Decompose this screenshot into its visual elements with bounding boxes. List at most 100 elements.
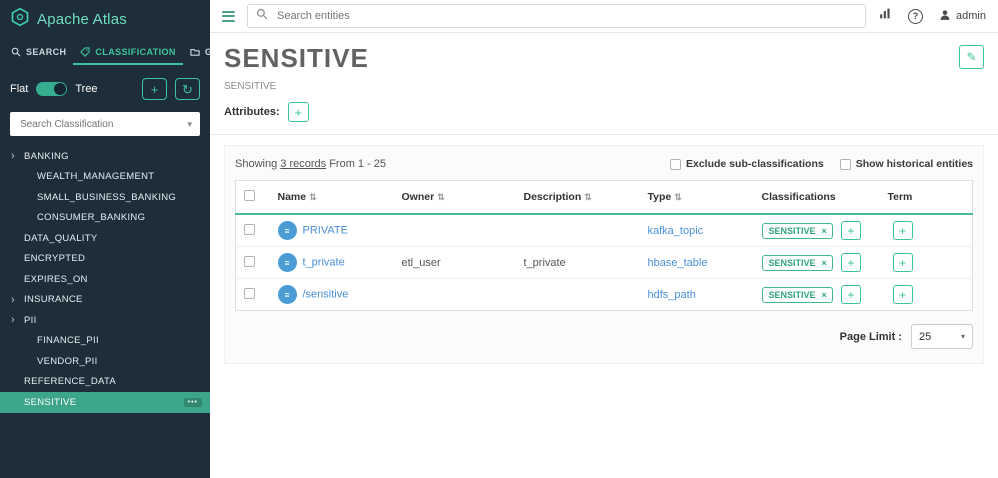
entity-name-link[interactable]: t_private [303, 256, 345, 268]
tree-item-label: CONSUMER_BANKING [37, 212, 145, 223]
add-term-button[interactable]: + [893, 285, 913, 304]
add-attribute-button[interactable]: + [288, 102, 309, 122]
sort-icon[interactable]: ⇅ [309, 192, 317, 202]
classification-subtitle: SENSITIVE [224, 81, 984, 92]
tree-label: Tree [75, 83, 97, 95]
tree-item-sensitive[interactable]: SENSITIVE ••• [0, 392, 210, 413]
folder-icon [190, 47, 200, 57]
edit-classification-button[interactable]: ✎ [959, 45, 984, 69]
header-name[interactable]: Name⇅ [270, 181, 394, 215]
sort-icon[interactable]: ⇅ [674, 192, 682, 202]
tree-item-consumer-banking[interactable]: CONSUMER_BANKING [0, 208, 210, 229]
add-classification-to-entity-button[interactable]: + [841, 253, 861, 272]
filter-label: Exclude sub-classifications [686, 158, 824, 170]
app-logo[interactable]: Apache Atlas [0, 0, 210, 37]
tab-classification[interactable]: CLASSIFICATION [73, 39, 182, 65]
user-menu[interactable]: admin [939, 9, 986, 24]
entity-search-box [247, 4, 866, 28]
remove-classification-icon[interactable]: × [822, 226, 827, 236]
entity-name-link[interactable]: /sensitive [303, 288, 349, 300]
show-historical-entities-filter[interactable]: Show historical entities [840, 158, 973, 170]
classification-search-input[interactable] [18, 118, 187, 131]
user-icon [939, 9, 951, 24]
tree-item-label: SENSITIVE [24, 397, 76, 408]
records-prefix: Showing [235, 158, 277, 170]
tree-item-expires-on[interactable]: EXPIRES_ON [0, 269, 210, 290]
exclude-subclassifications-filter[interactable]: Exclude sub-classifications [670, 158, 824, 170]
tree-item-data-quality[interactable]: DATA_QUALITY [0, 228, 210, 249]
tree-item-small-business-banking[interactable]: SMALL_BUSINESS_BANKING [0, 187, 210, 208]
filter-label: Show historical entities [856, 158, 973, 170]
classification-tag[interactable]: SENSITIVE× [762, 287, 833, 303]
owner-cell [394, 214, 516, 247]
tree-item-label: SMALL_BUSINESS_BANKING [37, 192, 176, 203]
tree-item-pii[interactable]: ›PII [0, 310, 210, 331]
sort-icon[interactable]: ⇅ [437, 192, 445, 202]
item-options-menu-icon[interactable]: ••• [184, 398, 202, 407]
help-icon[interactable]: ? [908, 9, 923, 24]
refresh-button[interactable]: ↻ [175, 78, 200, 100]
panel-header: Showing 3 records From 1 - 25 Exclude su… [235, 158, 973, 170]
entity-type-link[interactable]: hdfs_path [648, 289, 696, 301]
tree-expand-icon[interactable]: › [11, 294, 15, 306]
caret-down-icon[interactable]: ▾ [187, 119, 192, 130]
header-term: Term [880, 181, 973, 215]
flat-tree-toggle[interactable] [36, 82, 67, 96]
description-cell [516, 279, 640, 311]
tree-expand-icon[interactable]: › [11, 150, 15, 162]
flat-label: Flat [10, 83, 28, 95]
classification-tag[interactable]: SENSITIVE× [762, 255, 833, 271]
add-classification-to-entity-button[interactable]: + [841, 221, 861, 240]
tree-expand-icon[interactable]: › [11, 314, 15, 326]
classification-search-box: ▾ [10, 112, 200, 136]
tree-item-label: REFERENCE_DATA [24, 376, 116, 387]
select-all-checkbox[interactable] [244, 190, 255, 201]
tree-item-vendor-pii[interactable]: VENDOR_PII [0, 351, 210, 372]
header-type[interactable]: Type⇅ [640, 181, 754, 215]
kafka-topic-icon: ≡ [278, 221, 297, 240]
add-term-button[interactable]: + [893, 221, 913, 240]
search-icon [11, 47, 21, 57]
tag-icon [80, 47, 90, 57]
page-limit-select[interactable]: 25 ▾ [911, 324, 973, 349]
tree-item-label: VENDOR_PII [37, 356, 98, 367]
row-checkbox[interactable] [244, 256, 255, 267]
stats-icon[interactable] [878, 7, 892, 25]
add-classification-to-entity-button[interactable]: + [841, 285, 861, 304]
view-toggle-row: Flat Tree + ↻ [0, 65, 210, 112]
sort-icon[interactable]: ⇅ [584, 192, 592, 202]
tree-item-label: EXPIRES_ON [24, 274, 88, 285]
tree-item-insurance[interactable]: ›INSURANCE [0, 290, 210, 311]
entity-name-link[interactable]: PRIVATE [303, 224, 348, 236]
add-classification-button[interactable]: + [142, 78, 167, 100]
header-owner[interactable]: Owner⇅ [394, 181, 516, 215]
records-count-link[interactable]: 3 records [280, 158, 326, 170]
hamburger-menu-icon[interactable] [222, 11, 235, 22]
remove-classification-icon[interactable]: × [822, 290, 827, 300]
classification-tag[interactable]: SENSITIVE× [762, 223, 833, 239]
table-row: ≡t_private etl_user t_private hbase_tabl… [236, 247, 973, 279]
tree-item-reference-data[interactable]: REFERENCE_DATA [0, 372, 210, 393]
sidebar-tabs: SEARCH CLASSIFICATION GLOSSARY [0, 39, 210, 65]
entity-type-link[interactable]: kafka_topic [648, 225, 704, 237]
header-description[interactable]: Description⇅ [516, 181, 640, 215]
tab-search[interactable]: SEARCH [4, 39, 73, 65]
row-checkbox[interactable] [244, 224, 255, 235]
exclude-subclassifications-checkbox[interactable] [670, 159, 681, 170]
tab-search-label: SEARCH [26, 47, 66, 57]
remove-classification-icon[interactable]: × [822, 258, 827, 268]
tree-item-wealth-management[interactable]: WEALTH_MANAGEMENT [0, 167, 210, 188]
attributes-row: Attributes: + [224, 102, 984, 122]
tree-item-encrypted[interactable]: ENCRYPTED [0, 249, 210, 270]
add-term-button[interactable]: + [893, 253, 913, 272]
row-checkbox[interactable] [244, 288, 255, 299]
tree-item-banking[interactable]: ›BANKING [0, 146, 210, 167]
tree-item-finance-pii[interactable]: FINANCE_PII [0, 331, 210, 352]
tab-classification-label: CLASSIFICATION [95, 47, 175, 57]
entity-search-input[interactable] [275, 9, 857, 23]
show-historical-entities-checkbox[interactable] [840, 159, 851, 170]
tree-item-label: ENCRYPTED [24, 253, 85, 264]
description-cell: t_private [516, 247, 640, 279]
app-title: Apache Atlas [37, 11, 127, 28]
entity-type-link[interactable]: hbase_table [648, 257, 708, 269]
